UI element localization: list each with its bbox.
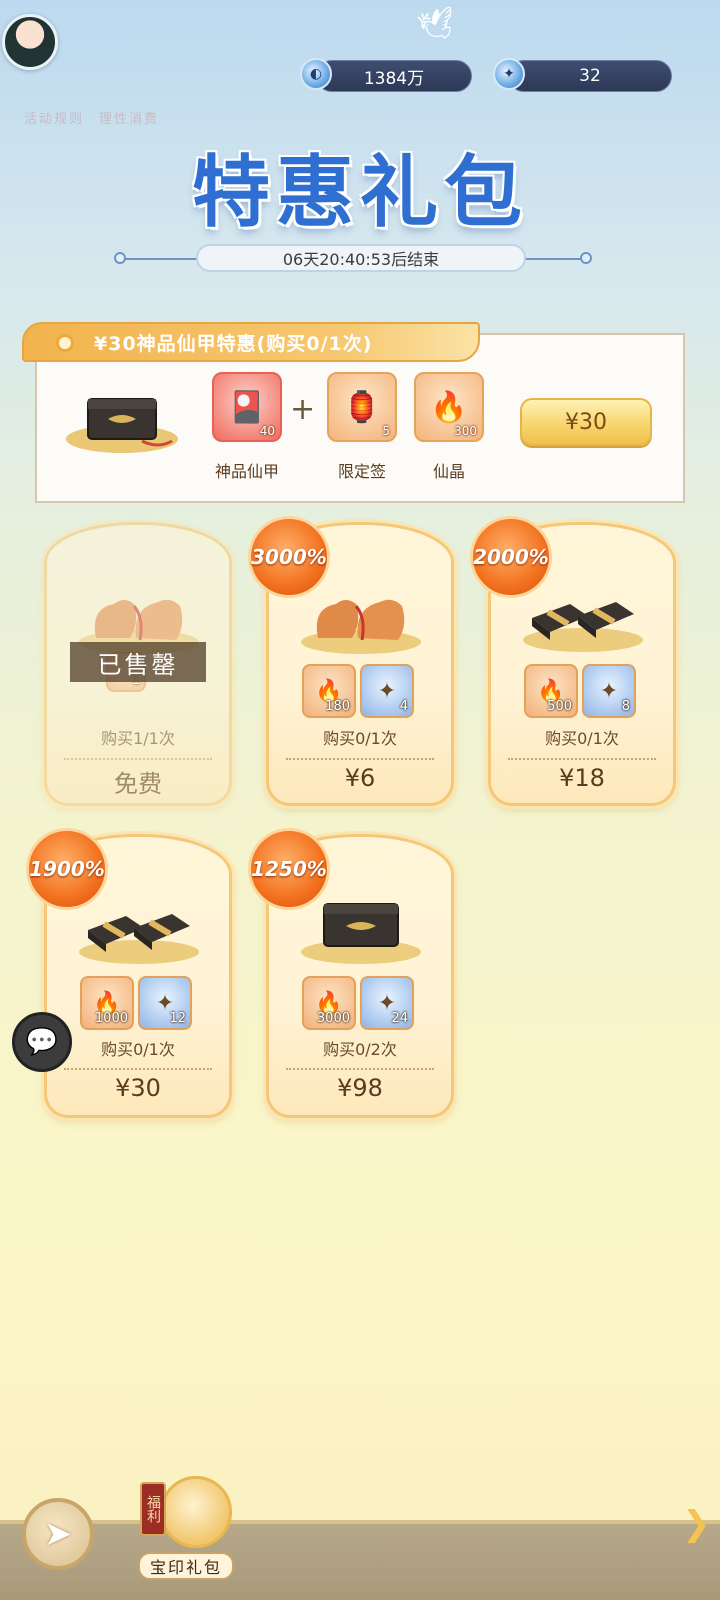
chat-bubble-button[interactable]: 💬 [12, 1012, 72, 1072]
sold-out-banner: 已售罄 [70, 642, 206, 682]
featured-item-name: 限定签 [337, 462, 386, 481]
immortal-crystal-icon: 🔥 [430, 389, 468, 425]
pack-limit-text: 购买0/1次 [323, 729, 397, 748]
pack-limit-text: 购买0/1次 [545, 729, 619, 748]
featured-item-armor[interactable]: 🎴 40 [212, 372, 282, 442]
pack-item-crystal[interactable]: 🔥 500 [524, 664, 578, 718]
pack-item-count: 4 [399, 699, 408, 714]
pack-price-button[interactable]: ¥18 [488, 764, 676, 792]
faint-notice-text: 活动规则 理性消费 [24, 112, 160, 127]
featured-item-crystal[interactable]: 🔥 300 [414, 372, 484, 442]
pack-item-count: 180 [325, 699, 350, 714]
sold-out-label: 已售罄 [97, 650, 179, 679]
page-title: 特惠礼包 [191, 147, 528, 238]
jade-ticket-icon: ✦ [599, 678, 619, 704]
tab-dot-icon [56, 334, 74, 352]
featured-pack-title: ¥30神品仙甲特惠(购买0/1次) [94, 332, 373, 355]
pack-item-count: 12 [169, 1011, 186, 1026]
swallow-decoration-icon: 🕊 [414, 4, 460, 47]
resource-ticket-value: 32 [579, 66, 601, 86]
tab-label: 宝印礼包 [138, 1552, 234, 1580]
countdown-timer: 06天20:40:53后结束 [196, 244, 526, 272]
featured-pack-tab: ¥30神品仙甲特惠(购买0/1次) [22, 322, 480, 362]
pack-item-ticket[interactable]: ✦ 4 [360, 664, 414, 718]
pack-limit-text: 购买1/1次 [101, 729, 175, 748]
pack-price-label: 免费 [114, 770, 162, 798]
pack-item-count: 500 [547, 699, 572, 714]
featured-item-count: 300 [454, 424, 477, 438]
bonus-percent: 1250% [251, 857, 327, 881]
featured-item-lot[interactable]: 🏮 5 [327, 372, 397, 442]
pack-price-button[interactable]: ¥98 [266, 1074, 454, 1102]
back-arrow-icon: ➤ [43, 1514, 73, 1554]
card-separator [286, 1068, 434, 1070]
bonus-percent: 3000% [251, 545, 327, 569]
bottom-nav-border [0, 1520, 720, 1524]
resource-ticket-pill: 32 [508, 60, 672, 92]
card-separator [508, 758, 656, 760]
bundle-pack-icon [523, 602, 643, 652]
pack-limit-text: 购买0/1次 [101, 1040, 175, 1059]
featured-item-count: 40 [259, 424, 275, 438]
chest-pack-icon [301, 903, 421, 964]
bundle-pack-icon [79, 914, 199, 964]
timer-dot-left [114, 252, 126, 264]
pack-price-button[interactable]: ¥30 [44, 1074, 232, 1102]
card-separator [64, 1068, 212, 1070]
featured-item-name: 仙晶 [432, 462, 465, 481]
resource-coin-value: 1384万 [363, 68, 425, 89]
pack-item-count: 24 [391, 1011, 408, 1026]
pack-item-count: 1000 [94, 1011, 128, 1026]
limited-lot-icon: 🏮 [343, 389, 381, 425]
pouch-pack-icon [301, 599, 421, 654]
card-separator [286, 758, 434, 760]
bottom-nav-bar [0, 1522, 720, 1600]
player-avatar[interactable] [2, 14, 58, 70]
tab-seal-gift-pack[interactable]: 福利 宝印礼包 [138, 1476, 234, 1586]
pack-item-crystal[interactable]: 🔥 3000 [302, 976, 356, 1030]
featured-buy-button[interactable]: ¥30 [520, 398, 652, 446]
resource-coin-pill: 1384万 [316, 60, 472, 92]
pack-item-ticket[interactable]: ✦ 24 [360, 976, 414, 1030]
countdown-text: 06天20:40:53后结束 [282, 250, 440, 269]
jade-ticket-icon: ✦ [493, 58, 525, 90]
chat-icon: 💬 [25, 1027, 59, 1057]
pack-item-count: 8 [621, 699, 630, 714]
featured-item-name: 神品仙甲 [214, 462, 279, 481]
treasure-chest-icon [66, 398, 178, 453]
featured-price-label: ¥30 [565, 409, 607, 435]
bonus-percent: 2000% [473, 545, 549, 569]
plus-icon: + [290, 392, 316, 427]
welfare-tag: 福利 [140, 1482, 166, 1536]
pack-limit-text: 购买0/2次 [323, 1040, 397, 1059]
featured-item-count: 5 [382, 424, 390, 438]
pack-item-ticket[interactable]: ✦ 12 [138, 976, 192, 1030]
timer-divider-right [520, 258, 584, 260]
bonus-percent: 1900% [29, 857, 105, 881]
armor-card-icon: 🎴 [228, 389, 266, 425]
timer-dot-right [580, 252, 592, 264]
pack-item-count: 3000 [316, 1011, 350, 1026]
card-separator [64, 758, 212, 760]
next-arrow-icon[interactable]: ❯ [682, 1504, 711, 1544]
seal-gift-icon [160, 1476, 232, 1548]
timer-divider-left [120, 258, 200, 260]
pack-item-crystal[interactable]: 🔥 180 [302, 664, 356, 718]
back-button[interactable]: ➤ [22, 1498, 94, 1570]
spirit-coin-icon: ◐ [300, 58, 332, 90]
pack-item-ticket[interactable]: ✦ 8 [582, 664, 636, 718]
pack-price-button[interactable]: ¥6 [266, 764, 454, 792]
pack-item-crystal[interactable]: 🔥 1000 [80, 976, 134, 1030]
jade-ticket-icon: ✦ [377, 678, 397, 704]
